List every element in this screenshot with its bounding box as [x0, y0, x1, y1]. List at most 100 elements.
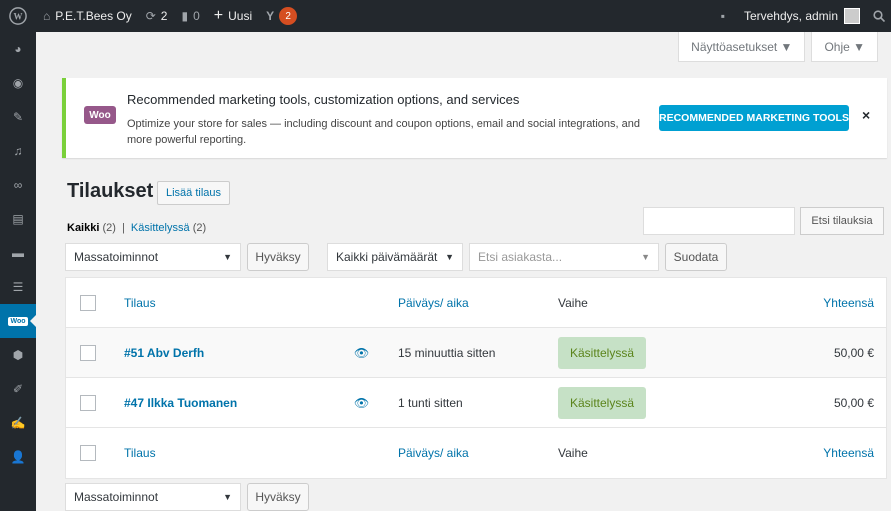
bulk-actions-value: Massatoiminnot: [74, 250, 159, 264]
notifications-link[interactable]: ▪: [714, 0, 737, 32]
jetpack-icon[interactable]: ◉: [0, 66, 36, 100]
table-footer-row: Tilaus Päiväys/ aika Vaihe Yhteensä: [66, 428, 886, 478]
order-total: 50,00 €: [833, 345, 874, 360]
site-name: P.E.T.Bees Oy: [55, 9, 132, 23]
order-total: 50,00 €: [833, 395, 874, 410]
search-toggle[interactable]: [867, 0, 891, 32]
row-checkbox[interactable]: [80, 344, 96, 361]
date-filter-value: Kaikki päivämäärät: [336, 250, 438, 264]
comments-count: 0: [193, 9, 200, 23]
yoast-icon: Y: [266, 9, 275, 23]
woo-logo: Woo: [84, 106, 116, 124]
dashboard-icon[interactable]: ◕: [0, 32, 36, 66]
admin-menu: ◕ ◉ ✎ ♫ ∞ ▤ ▬ ☰ Woo ⬢ ✐ ✍ 👤: [0, 32, 36, 511]
media-icon[interactable]: ♫: [0, 134, 36, 168]
updates-icon: ⟳: [145, 9, 156, 23]
notification-icon: ▪: [720, 9, 725, 23]
select-all-checkbox-footer[interactable]: [80, 445, 96, 461]
order-link[interactable]: #47 Ilkka Tuomanen: [124, 396, 237, 410]
table-row[interactable]: #51 Abv Derfh 👁 15 minuuttia sitten Käsi…: [66, 328, 886, 378]
column-date-header[interactable]: Päiväys/ aika: [398, 296, 469, 310]
updates-link[interactable]: ⟳ 2: [139, 0, 175, 32]
new-content-link[interactable]: + Uusi: [207, 0, 259, 32]
apply-button-bottom[interactable]: Hyväksy: [247, 483, 309, 511]
status-badge: Käsittelyssä: [558, 336, 647, 369]
search-icon: [873, 10, 885, 22]
comments-icon[interactable]: ▬: [0, 236, 36, 270]
filter-all-label[interactable]: Kaikki: [67, 222, 99, 234]
notice-title: Recommended marketing tools, customizati…: [127, 92, 520, 107]
search-orders-input[interactable]: [643, 207, 795, 235]
woocommerce-icon[interactable]: Woo: [0, 304, 36, 338]
dropdown-caret-icon: ▼: [445, 252, 454, 262]
yoast-link[interactable]: Y 2: [259, 0, 304, 32]
column-total-footer[interactable]: Yhteensä: [823, 446, 874, 460]
comments-link[interactable]: ▮ 0: [174, 0, 206, 32]
column-date-footer[interactable]: Päiväys/ aika: [398, 446, 469, 460]
pages-icon[interactable]: ▤: [0, 202, 36, 236]
new-label: Uusi: [228, 9, 253, 23]
filter-processing-label[interactable]: Käsittelyssä: [131, 222, 190, 234]
products-icon[interactable]: ⬢: [0, 338, 36, 372]
notice-text: Optimize your store for sales — includin…: [127, 118, 641, 146]
links-icon[interactable]: ∞: [0, 168, 36, 202]
select-all-checkbox[interactable]: [80, 294, 96, 311]
site-name-link[interactable]: ⌂ P.E.T.Bees Oy: [36, 0, 139, 32]
bulk-actions-value-bottom: Massatoiminnot: [74, 490, 159, 504]
column-order-footer[interactable]: Tilaus: [124, 446, 156, 460]
bulk-actions-select-bottom[interactable]: Massatoiminnot ▼: [65, 483, 241, 511]
date-filter-select[interactable]: Kaikki päivämäärät ▼: [327, 243, 463, 271]
row-checkbox[interactable]: [80, 394, 96, 411]
table-row[interactable]: #47 Ilkka Tuomanen 👁 1 tunti sitten Käsi…: [66, 378, 886, 428]
order-date: 1 tunti sitten: [398, 395, 463, 410]
bulk-actions-select-top[interactable]: Massatoiminnot ▼: [65, 243, 241, 271]
dropdown-caret-icon: ▼: [223, 252, 232, 262]
apply-button-top[interactable]: Hyväksy: [247, 243, 309, 271]
forms-icon[interactable]: ☰: [0, 270, 36, 304]
dropdown-caret-icon: ▼: [641, 252, 650, 262]
column-status-header: Vaihe: [558, 295, 588, 310]
preview-eye-icon[interactable]: 👁: [354, 346, 369, 360]
marketing-notice: Woo Recommended marketing tools, customi…: [62, 78, 887, 158]
page-title: Tilaukset: [67, 180, 154, 202]
status-filters: Kaikki (2) | Käsittelyssä (2): [67, 222, 206, 234]
home-icon: ⌂: [43, 9, 51, 23]
marketing-tools-button[interactable]: RECOMMENDED MARKETING TOOLS: [659, 105, 849, 131]
customer-placeholder: Etsi asiakasta...: [478, 250, 563, 264]
filter-button[interactable]: Suodata: [665, 243, 727, 271]
preview-eye-icon[interactable]: 👁: [354, 396, 369, 410]
column-order-header[interactable]: Tilaus: [124, 296, 156, 310]
filter-all-count: (2): [102, 222, 116, 234]
filter-processing-count: (2): [192, 222, 207, 234]
yoast-badge: 2: [279, 7, 298, 25]
comment-icon: ▮: [181, 9, 189, 23]
wordpress-logo-icon[interactable]: W: [0, 0, 36, 32]
posts-pin-icon[interactable]: ✎: [0, 100, 36, 134]
admin-bar: W ⌂ P.E.T.Bees Oy ⟳ 2 ▮ 0 + Uusi Y 2 ▪ T…: [0, 0, 891, 32]
search-orders-button[interactable]: Etsi tilauksia: [800, 207, 884, 235]
plugins-icon[interactable]: ✍: [0, 406, 36, 440]
filter-separator: |: [122, 222, 125, 234]
table-header-row: Tilaus Päiväys/ aika Vaihe Yhteensä: [66, 278, 886, 328]
order-date: 15 minuuttia sitten: [398, 345, 496, 360]
customer-search-select[interactable]: Etsi asiakasta... ▼: [469, 243, 659, 271]
column-status-footer: Vaihe: [558, 446, 588, 460]
orders-table: Tilaus Päiväys/ aika Vaihe Yhteensä #51 …: [65, 277, 887, 479]
column-total-header[interactable]: Yhteensä: [823, 296, 874, 310]
avatar: [844, 8, 860, 24]
plus-icon: +: [213, 7, 224, 24]
help-button[interactable]: Ohje ▼: [811, 32, 878, 62]
screen-options-button[interactable]: Näyttöasetukset ▼: [678, 32, 806, 62]
screen-meta-links: Näyttöasetukset ▼ Ohje ▼: [678, 32, 878, 62]
my-account-link[interactable]: Tervehdys, admin: [737, 0, 867, 32]
updates-count: 2: [160, 9, 168, 23]
appearance-icon[interactable]: ✐: [0, 372, 36, 406]
svg-text:W: W: [14, 12, 23, 22]
order-link[interactable]: #51 Abv Derfh: [124, 346, 204, 360]
users-icon[interactable]: 👤: [0, 440, 36, 474]
dropdown-caret-icon: ▼: [223, 492, 232, 502]
status-badge: Käsittelyssä: [558, 386, 647, 419]
woo-menu-badge: Woo: [8, 316, 28, 326]
add-order-button[interactable]: Lisää tilaus: [157, 181, 231, 205]
close-icon[interactable]: ×: [862, 107, 870, 123]
